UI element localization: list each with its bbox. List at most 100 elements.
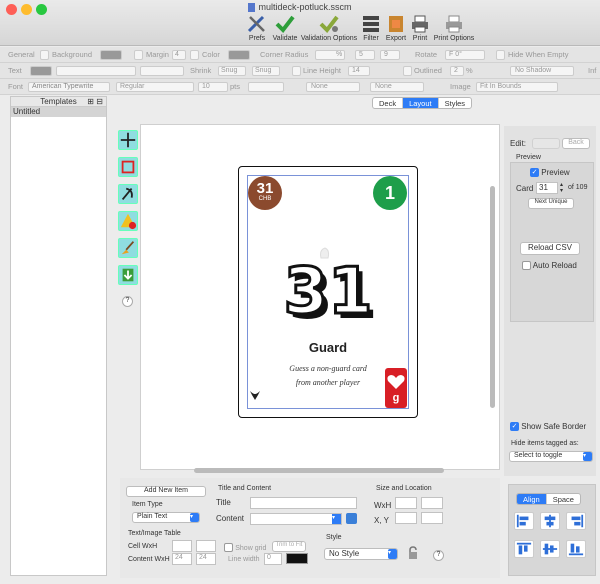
back-button[interactable]: Back — [562, 138, 590, 149]
add-template-icon[interactable]: ⊞ — [87, 97, 94, 106]
content-field[interactable]: ▾ — [250, 513, 342, 525]
corner-radius-a-field[interactable]: 5 — [355, 50, 375, 60]
align-bottom-button[interactable] — [566, 540, 586, 558]
font-row-label: Font — [8, 82, 24, 91]
background-color-well[interactable] — [100, 50, 122, 60]
style-select[interactable]: No Style ▾ — [324, 548, 398, 560]
text-alignment-segments[interactable] — [140, 66, 184, 76]
line-width-field[interactable]: 0 — [264, 553, 282, 565]
canvas-vertical-scrollbar[interactable] — [490, 186, 495, 408]
outlined-checkbox[interactable] — [403, 66, 412, 76]
card-number-field[interactable]: 31 — [536, 182, 558, 194]
line-height-checkbox[interactable] — [292, 66, 301, 76]
hide-when-empty-label: Hide When Empty — [508, 50, 569, 59]
font-size-select[interactable]: 10 — [198, 82, 228, 92]
next-unique-button[interactable]: Next Unique — [528, 198, 574, 209]
warning-tool-button[interactable] — [118, 211, 138, 231]
inspector-help-button[interactable]: ? — [433, 550, 444, 561]
tab-styles[interactable]: Styles — [439, 98, 471, 108]
hide-when-empty-checkbox[interactable] — [496, 50, 505, 60]
preview-checkbox[interactable]: ✓ Preview — [530, 168, 570, 178]
content-width-field[interactable]: 24 — [172, 553, 192, 565]
background-checkbox[interactable] — [40, 50, 49, 60]
height-field[interactable] — [421, 497, 443, 509]
auto-reload-checkbox[interactable]: Auto Reload — [522, 261, 577, 271]
text-row-label: Text — [8, 66, 22, 75]
tab-deck[interactable]: Deck — [373, 98, 404, 108]
corner-tr-number: 1 — [384, 183, 395, 203]
prefs-button[interactable]: Prefs — [244, 14, 270, 42]
print-button[interactable]: Print — [409, 14, 431, 42]
tag-toggle-select[interactable]: Select to toggle ▾ — [509, 451, 593, 462]
template-item[interactable]: Untitled — [11, 107, 106, 117]
lasso-tool-button[interactable] — [118, 184, 138, 204]
cell-height-field[interactable] — [196, 540, 216, 552]
trim-to-fit-button[interactable]: Trim to Fit — [272, 541, 306, 552]
font-extra-field[interactable] — [248, 82, 284, 92]
edit-front-button[interactable] — [532, 138, 560, 149]
align-left-button[interactable] — [514, 512, 534, 530]
content-height-field[interactable]: 24 — [196, 553, 216, 565]
cell-width-field[interactable] — [172, 540, 192, 552]
broom-icon — [121, 241, 135, 255]
image-fit-select[interactable]: Fit In Bounds — [476, 82, 558, 92]
remove-template-icon[interactable]: ⊟ — [96, 97, 103, 106]
download-tool-button[interactable] — [118, 265, 138, 285]
checkmark-icon — [275, 15, 295, 34]
corner-badge-top-right[interactable]: 1 — [373, 176, 407, 210]
title-and-content-label: Title and Content — [218, 485, 272, 492]
resize-tool-button[interactable] — [118, 157, 138, 177]
validation-options-button[interactable]: Validation Options — [300, 14, 358, 42]
broom-tool-button[interactable] — [118, 238, 138, 258]
tools-help-button[interactable]: ? — [122, 296, 133, 307]
show-safe-border-checkbox[interactable]: ✓ Show Safe Border — [510, 422, 586, 432]
x-field[interactable] — [395, 512, 417, 524]
font-family-select[interactable]: American Typewrite — [28, 82, 110, 92]
print-options-button[interactable]: Print Options — [432, 14, 476, 42]
rotate-select[interactable]: F 0° — [445, 50, 485, 60]
resize-corners-icon — [121, 160, 135, 174]
margin-field[interactable]: 4 — [172, 50, 186, 60]
lock-icon[interactable] — [406, 546, 420, 560]
tab-layout[interactable]: Layout — [403, 98, 439, 108]
align-center-vertical-button[interactable] — [540, 540, 560, 558]
heart-icon — [387, 375, 405, 389]
outlined-field[interactable]: 2 — [450, 66, 464, 76]
text-color-well[interactable] — [30, 66, 52, 76]
export-button[interactable]: Export — [384, 14, 408, 42]
title-field[interactable] — [250, 497, 357, 509]
corner-radius-b-field[interactable]: 9 — [380, 50, 400, 60]
font-style-select[interactable]: Regular — [116, 82, 194, 92]
y-field[interactable] — [421, 512, 443, 524]
corner-badge-top-left[interactable]: 31 CHB — [248, 176, 282, 210]
color-well[interactable] — [228, 50, 250, 60]
reload-csv-button[interactable]: Reload CSV — [520, 242, 580, 255]
font-option-select-2[interactable]: None — [370, 82, 424, 92]
insert-content-button[interactable] — [346, 513, 357, 524]
align-top-button[interactable] — [514, 540, 534, 558]
show-grid-checkbox[interactable]: Show grid — [224, 543, 266, 553]
corner-radius-field[interactable]: % — [315, 50, 345, 60]
canvas-horizontal-scrollbar[interactable] — [194, 468, 444, 473]
color-checkbox[interactable] — [190, 50, 199, 60]
font-option-select-1[interactable]: None — [306, 82, 360, 92]
align-center-horizontal-button[interactable] — [540, 512, 560, 530]
tab-space[interactable]: Space — [547, 494, 580, 504]
shadow-select[interactable]: No Shadow — [510, 66, 574, 76]
margin-checkbox[interactable] — [134, 50, 143, 60]
line-color-well[interactable] — [286, 553, 308, 564]
snug-select-2[interactable]: Snug — [252, 66, 280, 76]
card-stepper[interactable]: ▴ ▾ — [560, 182, 563, 194]
snug-select-1[interactable]: Snug — [218, 66, 246, 76]
align-right-button[interactable] — [566, 512, 586, 530]
text-field[interactable] — [56, 66, 136, 76]
item-type-select[interactable]: Plain Text ▾ — [132, 512, 200, 523]
tab-align[interactable]: Align — [517, 494, 547, 504]
filter-button[interactable]: Filter — [360, 14, 382, 42]
width-field[interactable] — [395, 497, 417, 509]
move-tool-button[interactable] — [118, 130, 138, 150]
corner-badge-bottom-right[interactable]: g — [385, 368, 407, 408]
validate-button[interactable]: Validate — [270, 14, 300, 42]
add-new-item-button[interactable]: Add New Item — [126, 486, 206, 497]
line-height-field[interactable]: 14 — [348, 66, 370, 76]
